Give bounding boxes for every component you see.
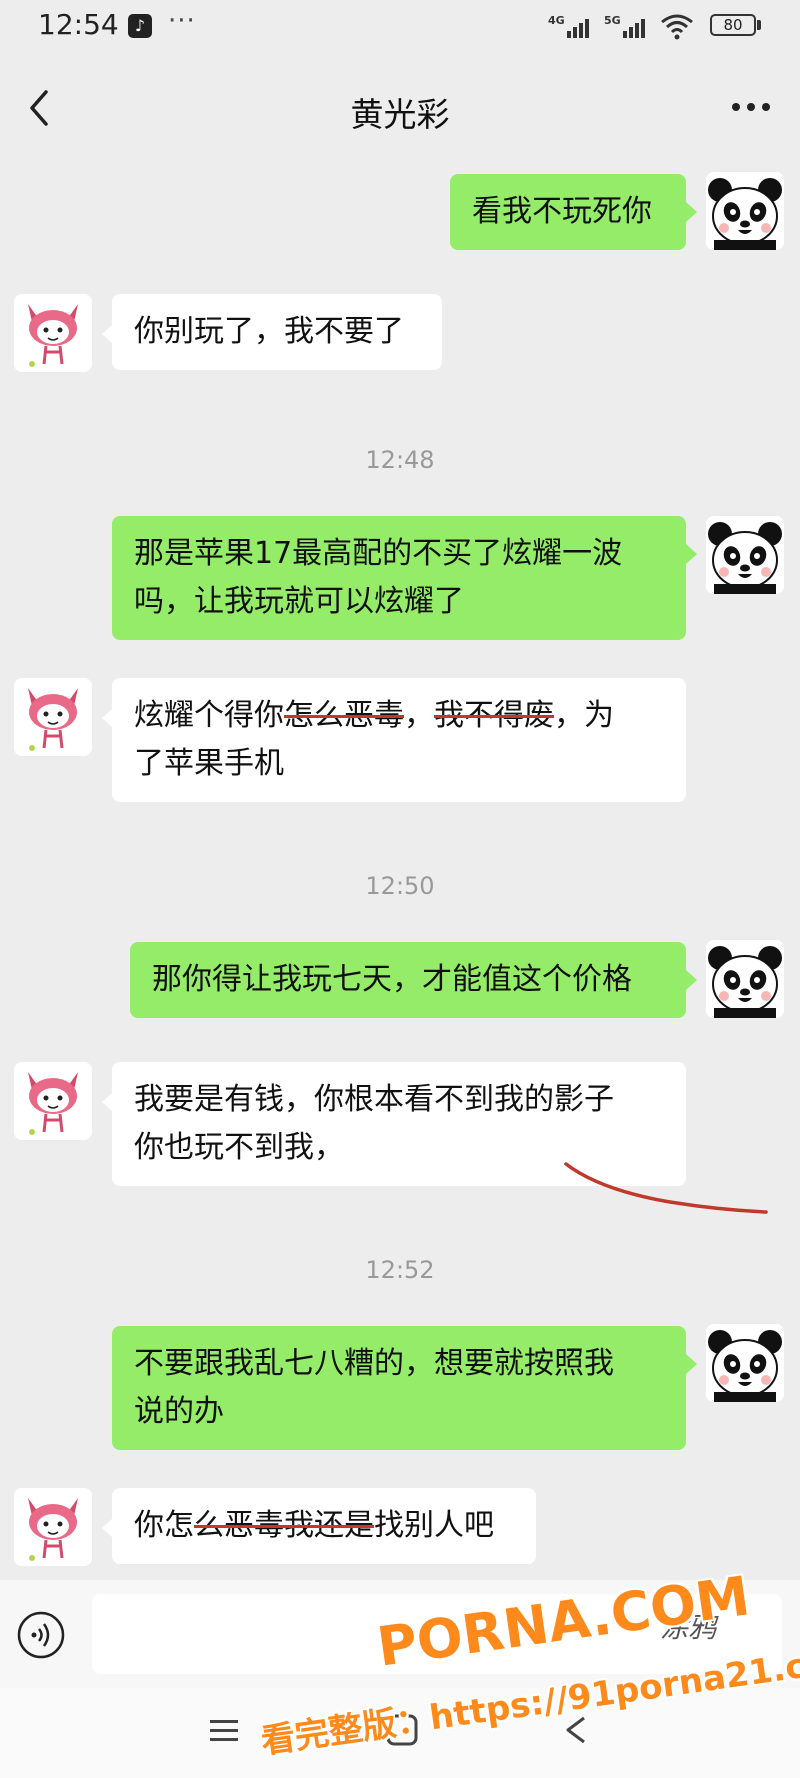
- tiktok-icon: ♪: [128, 14, 152, 38]
- signal-4g: 4G: [548, 14, 589, 38]
- message-text: 那你得让我玩七天，才能值这个价格: [152, 962, 632, 997]
- network-label-5g: 5G: [604, 14, 621, 27]
- avatar-self[interactable]: [706, 1324, 784, 1402]
- avatar-contact[interactable]: [14, 1062, 92, 1140]
- signal-bars-icon: [622, 19, 645, 38]
- message-bubble-incoming[interactable]: 你怎么恶毒我还是找别人吧: [112, 1488, 536, 1564]
- network-label-4g: 4G: [548, 14, 565, 27]
- message-text-fragment: ，为: [554, 698, 614, 733]
- message-text-fragment: 炫耀个得你: [134, 698, 284, 733]
- fox-avatar-icon: [14, 1062, 92, 1140]
- message-text-line: 说的办: [134, 1394, 224, 1429]
- red-underline-annotation: [564, 1162, 768, 1214]
- message-bubble-incoming[interactable]: 炫耀个得你怎么恶毒，我不得废，为 了苹果手机: [112, 678, 686, 802]
- bubble-tail: [686, 202, 697, 222]
- message-bubble-outgoing[interactable]: 不要跟我乱七八糟的，想要就按照我 说的办: [112, 1326, 686, 1450]
- menu-icon[interactable]: [208, 1716, 240, 1746]
- message-text-line: 了苹果手机: [134, 746, 284, 781]
- avatar-self[interactable]: [706, 172, 784, 250]
- more-icon[interactable]: [728, 92, 774, 122]
- avatar-contact[interactable]: [14, 678, 92, 756]
- fox-avatar-icon: [14, 1488, 92, 1566]
- timestamp: 12:52: [365, 1256, 435, 1284]
- struck-text: 我不得废: [434, 698, 554, 733]
- fox-avatar-icon: [14, 678, 92, 756]
- avatar-contact[interactable]: [14, 294, 92, 372]
- timestamp: 12:50: [365, 872, 435, 900]
- fox-avatar-icon: [14, 294, 92, 372]
- avatar-self[interactable]: [706, 516, 784, 594]
- message-text-line: 吗，让我玩就可以炫耀了: [134, 584, 464, 619]
- avatar-contact[interactable]: [14, 1488, 92, 1566]
- message-text: 你别玩了，我不要了: [134, 314, 404, 349]
- struck-text: 怎么恶毒: [284, 698, 404, 733]
- timestamp: 12:48: [365, 446, 435, 474]
- panda-avatar-icon: [706, 172, 784, 250]
- battery-tip: [757, 20, 761, 30]
- signal-bars-icon: [566, 19, 589, 38]
- avatar-self[interactable]: [706, 940, 784, 1018]
- panda-avatar-icon: [706, 1324, 784, 1402]
- message-text-fragment: 找别人吧: [374, 1508, 494, 1543]
- message-text-line: 我要是有钱，你根本看不到我的影子: [134, 1082, 614, 1117]
- panda-avatar-icon: [706, 940, 784, 1018]
- message-text: 看我不玩死你: [472, 194, 652, 229]
- message-text-fragment: ，: [404, 698, 434, 733]
- battery-indicator: 80: [710, 14, 756, 36]
- chat-title: 黄光彩: [350, 95, 450, 134]
- more-notifications-icon: ···: [168, 6, 196, 36]
- message-bubble-outgoing[interactable]: 看我不玩死你: [450, 174, 686, 250]
- message-text-line: 那是苹果17最高配的不买了炫耀一波: [134, 536, 623, 571]
- voice-icon[interactable]: [16, 1610, 66, 1660]
- message-text-line: 炫耀个得你怎么恶毒，我不得废，为: [134, 692, 664, 740]
- message-text-fragment: 你怎: [134, 1508, 194, 1543]
- bubble-tail: [686, 1354, 697, 1374]
- message-text-line: 不要跟我乱七八糟的，想要就按照我: [134, 1346, 614, 1381]
- panda-avatar-icon: [706, 516, 784, 594]
- message-bubble-incoming[interactable]: 你别玩了，我不要了: [112, 294, 442, 370]
- signal-5g: 5G: [604, 14, 645, 38]
- message-bubble-outgoing[interactable]: 那是苹果17最高配的不买了炫耀一波 吗，让我玩就可以炫耀了: [112, 516, 686, 640]
- status-bar: 12:54 ♪ ··· 4G 5G 80: [0, 0, 800, 52]
- chat-header: 黄光彩: [0, 52, 800, 164]
- wifi-icon: [661, 14, 693, 40]
- message-bubble-outgoing[interactable]: 那你得让我玩七天，才能值这个价格: [130, 942, 686, 1018]
- bubble-tail: [686, 970, 697, 990]
- bubble-tail: [686, 544, 697, 564]
- status-time: 12:54: [38, 8, 119, 41]
- struck-text: 么恶毒我还是: [194, 1508, 374, 1543]
